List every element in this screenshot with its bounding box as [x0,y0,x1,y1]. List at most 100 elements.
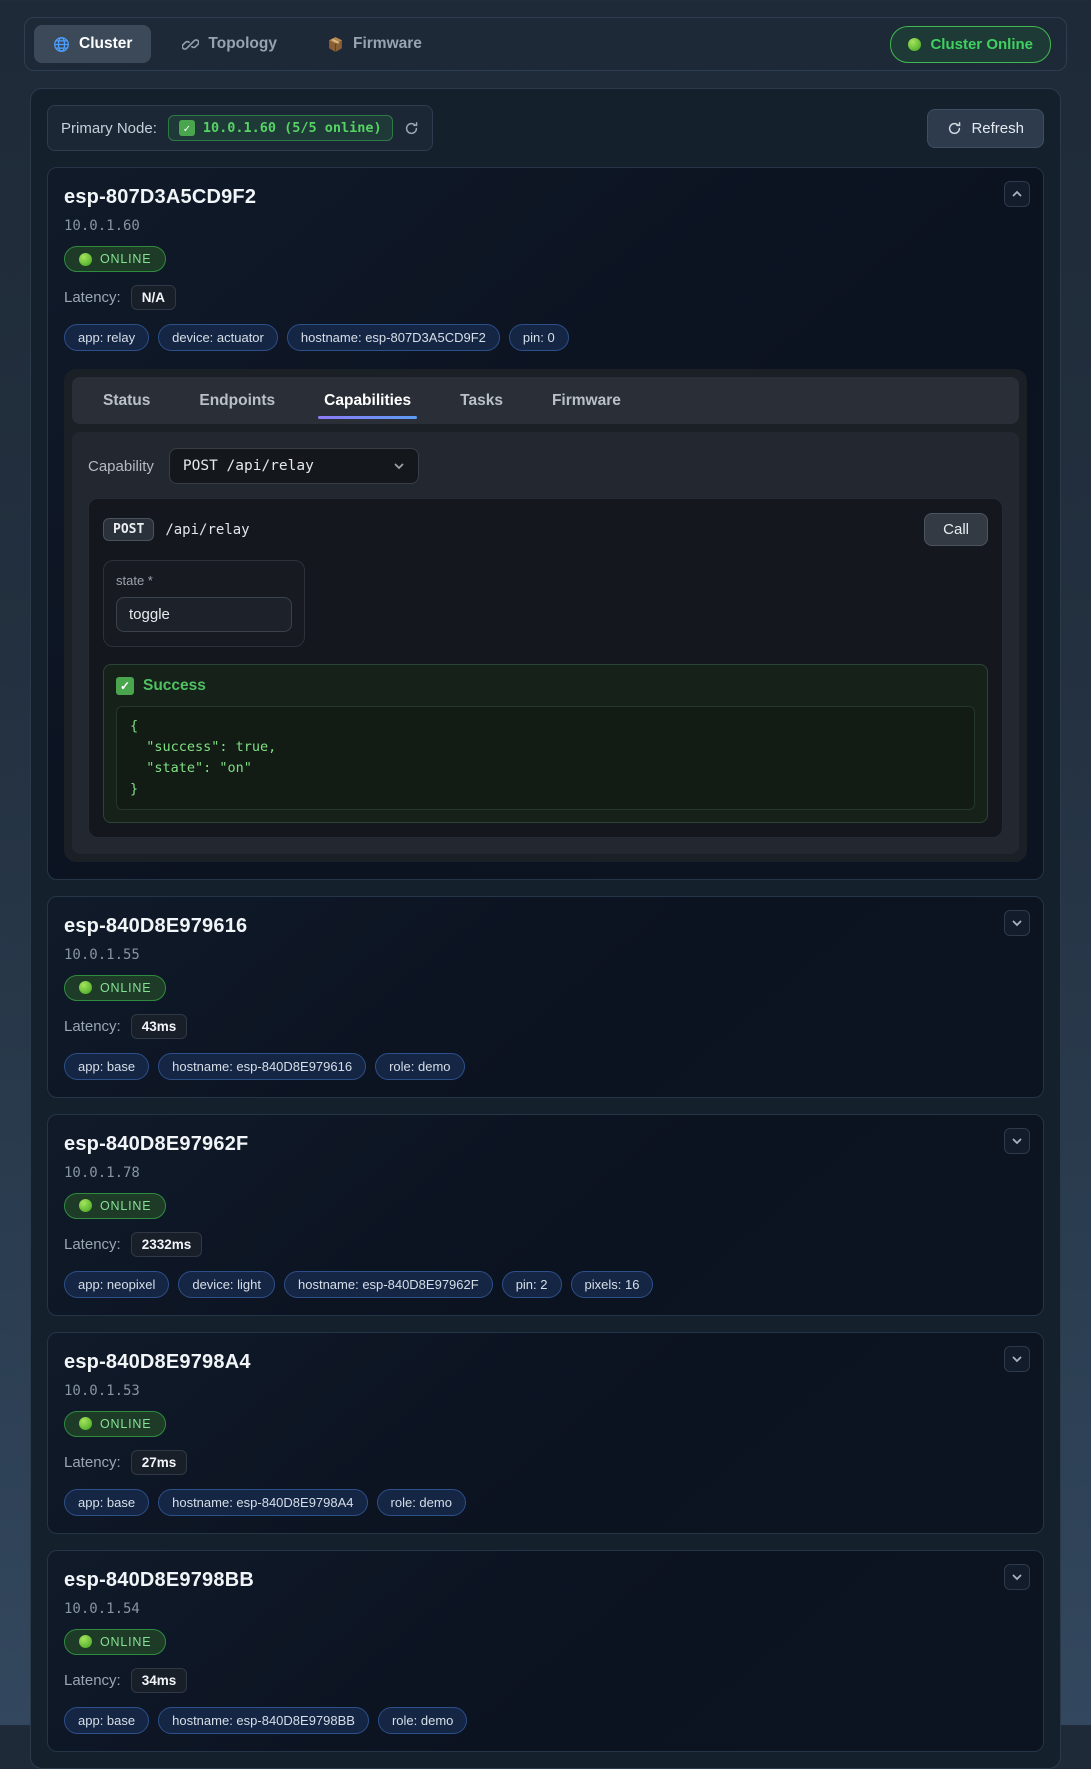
result-json: { "success": true, "state": "on" } [116,706,975,810]
param-input[interactable] [116,597,292,632]
latency-value: N/A [131,285,176,310]
node-ip: 10.0.1.78 [64,1165,1027,1181]
link-icon [182,36,199,53]
nav-tab-label: Firmware [353,35,422,53]
node-ip: 10.0.1.53 [64,1383,1027,1399]
tag-pill: app: base [64,1707,149,1734]
status-badge: ONLINE [64,1411,166,1437]
primary-refresh-icon-button[interactable] [404,121,419,136]
expand-node-button[interactable] [1004,1346,1030,1372]
tag-pill: pixels: 16 [571,1271,654,1298]
status-label: ONLINE [100,252,151,266]
node-card: esp-840D8E9798BB10.0.1.54ONLINELatency:3… [47,1550,1044,1752]
param-box: state * [103,560,305,647]
status-badge: ONLINE [64,1629,166,1655]
nav-tab-firmware[interactable]: Firmware [308,25,441,63]
tag-pill: hostname: esp-840D8E979616 [158,1053,366,1080]
node-card: esp-840D8E97962F 10.0.1.78 ONLINE Latency: 2… [47,1114,1044,1316]
tag-list: app: basehostname: esp-840D8E9798A4role:… [64,1489,1027,1516]
param-label: state * [116,573,292,588]
node-title: esp-840D8E97962F [64,1133,1027,1156]
nav-tab-topology[interactable]: Topology [163,25,296,63]
node-ip: 10.0.1.60 [64,218,1027,234]
node-title: esp-807D3A5CD9F2 [64,186,1027,209]
nav-tabs: Cluster Topology Firmware [34,25,453,63]
cluster-status-badge: Cluster Online [890,26,1051,63]
status-label: ONLINE [100,1635,151,1649]
capabilities-panel: Capability POST /api/relay POST /api/rel… [72,432,1019,854]
package-icon [327,36,344,53]
tag-pill: role: demo [377,1489,466,1516]
chevron-down-icon [393,460,405,472]
endpoint-box: POST /api/relay Call state * Success { [88,498,1003,838]
latency-label: Latency: [64,1454,121,1471]
latency-row: Latency: 2332ms [64,1232,1027,1257]
node-card-expanded: esp-807D3A5CD9F2 10.0.1.60 ONLINE Latenc… [47,167,1044,880]
node-card: esp-840D8E9798A4 10.0.1.53 ONLINE Latency:2… [47,1332,1044,1534]
chevron-up-icon [1011,188,1023,200]
collapse-node-button[interactable] [1004,181,1030,207]
main-container: Primary Node: 10.0.1.60 (5/5 online) Ref… [30,88,1061,1769]
tag-pill: app: base [64,1489,149,1516]
status-label: ONLINE [100,1417,151,1431]
top-navbar: Cluster Topology Firmware Cluster Online [24,17,1067,71]
tab-status[interactable]: Status [97,391,156,424]
cluster-toolbar: Primary Node: 10.0.1.60 (5/5 online) Ref… [47,105,1044,151]
latency-row: Latency:27ms [64,1450,1027,1475]
node-details: Status Endpoints Capabilities Tasks Firmware… [64,369,1027,862]
globe-icon [53,36,70,53]
capability-select-value: POST /api/relay [183,458,314,474]
latency-label: Latency: [64,1672,121,1689]
capability-select[interactable]: POST /api/relay [169,448,419,484]
tag-pill: pin: 2 [502,1271,562,1298]
endpoint-path: /api/relay [165,522,249,538]
latency-row: Latency:34ms [64,1668,1027,1693]
latency-row: Latency:43ms [64,1014,1027,1039]
latency-label: Latency: [64,1236,121,1253]
node-ip: 10.0.1.54 [64,1601,1027,1617]
status-badge: ONLINE [64,1193,166,1219]
tag-pill: app: neopixel [64,1271,169,1298]
nav-tab-cluster[interactable]: Cluster [34,25,151,63]
tag-pill: role: demo [378,1707,467,1734]
tag-list: app: basehostname: esp-840D8E979616role:… [64,1053,1027,1080]
node-card-list: esp-840D8E97961610.0.1.55ONLINELatency:4… [47,896,1044,1752]
expand-node-button[interactable] [1004,1564,1030,1590]
cluster-status-label: Cluster Online [930,36,1033,53]
status-label: ONLINE [100,981,151,995]
expand-node-button[interactable] [1004,1128,1030,1154]
latency-row: Latency: N/A [64,285,1027,310]
result-box: Success { "success": true, "state": "on"… [103,664,988,823]
capability-label: Capability [88,458,154,475]
call-button[interactable]: Call [924,513,988,546]
node-tabbar: Status Endpoints Capabilities Tasks Firmware [72,377,1019,424]
primary-node-label: Primary Node: [61,120,157,137]
chevron-down-icon [1011,1135,1023,1147]
tab-endpoints[interactable]: Endpoints [193,391,281,424]
status-badge: ONLINE [64,975,166,1001]
node-title: esp-840D8E9798A4 [64,1351,1027,1374]
latency-value: 2332ms [131,1232,203,1257]
check-icon [116,677,134,695]
nav-tab-label: Cluster [79,35,132,53]
tab-tasks[interactable]: Tasks [454,391,509,424]
latency-label: Latency: [64,289,121,306]
latency-label: Latency: [64,1018,121,1035]
refresh-button[interactable]: Refresh [927,109,1044,148]
expand-node-button[interactable] [1004,910,1030,936]
primary-node-value: 10.0.1.60 (5/5 online) [203,120,382,136]
tab-capabilities[interactable]: Capabilities [318,391,417,424]
online-dot-icon [79,981,92,994]
online-dot-icon [79,1417,92,1430]
nav-tab-label: Topology [208,35,277,53]
online-dot-icon [908,38,921,51]
chevron-down-icon [1011,1571,1023,1583]
http-method-badge: POST [103,518,154,541]
tag-list: app: neopixeldevice: lighthostname: esp-… [64,1271,1027,1298]
tag-pill: device: actuator [158,324,278,351]
tab-firmware[interactable]: Firmware [546,391,627,424]
tag-pill: role: demo [375,1053,464,1080]
online-dot-icon [79,253,92,266]
refresh-icon [947,121,962,136]
online-dot-icon [79,1199,92,1212]
